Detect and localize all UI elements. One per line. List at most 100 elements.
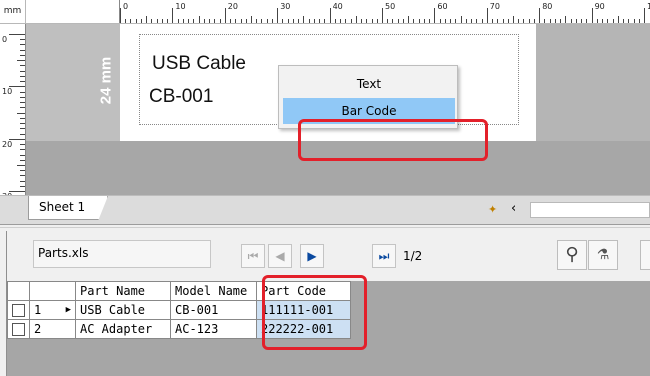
column-header-model-name[interactable]: Model Name [170,281,257,301]
ruler-tick [434,8,436,23]
ruler-number: 10 [175,2,186,11]
ruler-tick [20,185,25,187]
ruler-number: 60 [437,2,448,11]
ruler-tick [565,16,567,23]
search-icon[interactable]: ⚲ [557,240,587,270]
row-number: 1 [34,302,42,317]
ruler-tick [224,8,226,23]
cell-part-name[interactable]: AC Adapter [75,319,171,339]
label-size-text: 24 mm [97,56,115,105]
ruler-tick [146,16,148,23]
ruler-number: 70 [489,2,500,11]
record-page-indicator: 1/2 [403,249,423,263]
row-number-cell[interactable]: 1 ▶ [29,300,76,320]
canvas-outside-area [536,24,650,141]
ruler-tick [20,91,25,93]
ruler-tick [20,65,25,67]
ruler-number: 10 [2,87,13,97]
ruler-tick [120,8,121,23]
last-record-button[interactable]: ⏭ [372,244,396,268]
ruler-tick [17,165,25,166]
ruler-tick [460,16,462,23]
ruler-tick [251,16,252,23]
ruler-tick [539,8,541,23]
ruler-tick [591,8,593,23]
ruler-tick [408,16,410,23]
chevron-left-icon[interactable]: ‹ [511,200,523,218]
row-checkbox-cell[interactable] [7,300,30,320]
ruler-tick [20,70,25,72]
ruler-tick [20,107,25,109]
ruler-number: 30 [280,2,291,11]
part-code-highlight-frame [262,275,367,350]
ruler-number: 50 [385,2,396,11]
ruler-tick [20,180,25,182]
ruler-tick [277,8,279,23]
previous-record-button[interactable]: ◀ [268,244,292,268]
database-file-field[interactable]: Parts.xls [33,240,211,268]
label-margin-strip: 24 mm [26,24,120,141]
cell-part-name[interactable]: USB Cable [75,300,171,320]
horizontal-ruler-scale: 0102030405060708090100 [119,0,650,23]
header-row-cell [29,281,76,301]
toolbar-button-partial[interactable] [640,240,650,270]
ruler-tick [20,170,25,172]
ruler-tick [617,16,619,23]
label-text-object-part-name[interactable]: USB Cable [152,53,246,75]
sheet-tab[interactable]: Sheet 1 [28,196,108,220]
ruler-tick [20,102,25,104]
column-header-part-name[interactable]: Part Name [75,281,171,301]
ruler-unit: mm [0,0,26,24]
ruler-number: 0 [123,2,129,11]
ruler-tick [20,128,25,130]
ruler-tick [20,123,25,125]
ruler-tick [20,96,25,98]
ruler-tick [20,149,25,151]
row-checkbox-cell[interactable] [7,319,30,339]
ruler-tick [20,49,25,51]
ruler-tick [17,112,25,114]
horizontal-scrollbar[interactable] [530,202,650,218]
row-number: 2 [34,321,42,336]
sheet-tab-bar: Sheet 1 ✦ ‹ [0,195,650,225]
ruler-number: 20 [2,139,13,149]
ruler-tick [20,117,25,119]
ruler-number: 80 [542,2,553,11]
ruler-tick [20,154,25,156]
label-text-object-model-name[interactable]: CB-001 [149,86,213,108]
ruler-tick [20,39,25,41]
first-record-button[interactable]: ⏮ [241,244,265,268]
header-check-cell [7,281,30,301]
ruler-number: 90 [594,2,605,11]
vertical-ruler: 0102030 [0,24,26,195]
filter-icon[interactable]: ⚗ [588,240,618,270]
row-checkbox[interactable] [12,303,25,317]
ruler-tick [303,16,305,23]
ruler-tick [329,8,331,23]
ruler-tick [486,8,488,23]
ruler-tick [513,16,514,23]
ruler-tick [20,144,25,146]
horizontal-ruler: 0102030405060708090100 [26,0,650,24]
ruler-tick [644,8,645,23]
ruler-number: 20 [227,2,238,11]
cell-model-name[interactable]: AC-123 [170,319,257,339]
ruler-tick [20,133,25,135]
cell-model-name[interactable]: CB-001 [170,300,257,320]
label-editor: mm 0102030405060708090100 0102030 24 mm … [0,0,650,225]
ruler-tick [382,8,383,23]
ruler-tick [20,81,25,83]
ruler-tick [198,16,200,23]
ruler-number: 0 [2,35,8,44]
ruler-tick [20,75,25,77]
ruler-tick [172,8,174,23]
row-checkbox[interactable] [12,322,25,336]
ruler-tick [355,16,357,23]
menu-item-text[interactable]: Text [283,71,455,97]
ruler-tick [9,34,25,35]
next-record-button[interactable]: ▶ [300,244,324,268]
ruler-tick [20,159,25,161]
sheet-tab-label: Sheet 1 [39,200,86,214]
new-sheet-icon[interactable]: ✦ [488,203,502,217]
row-number-cell[interactable]: 2 [29,319,76,339]
